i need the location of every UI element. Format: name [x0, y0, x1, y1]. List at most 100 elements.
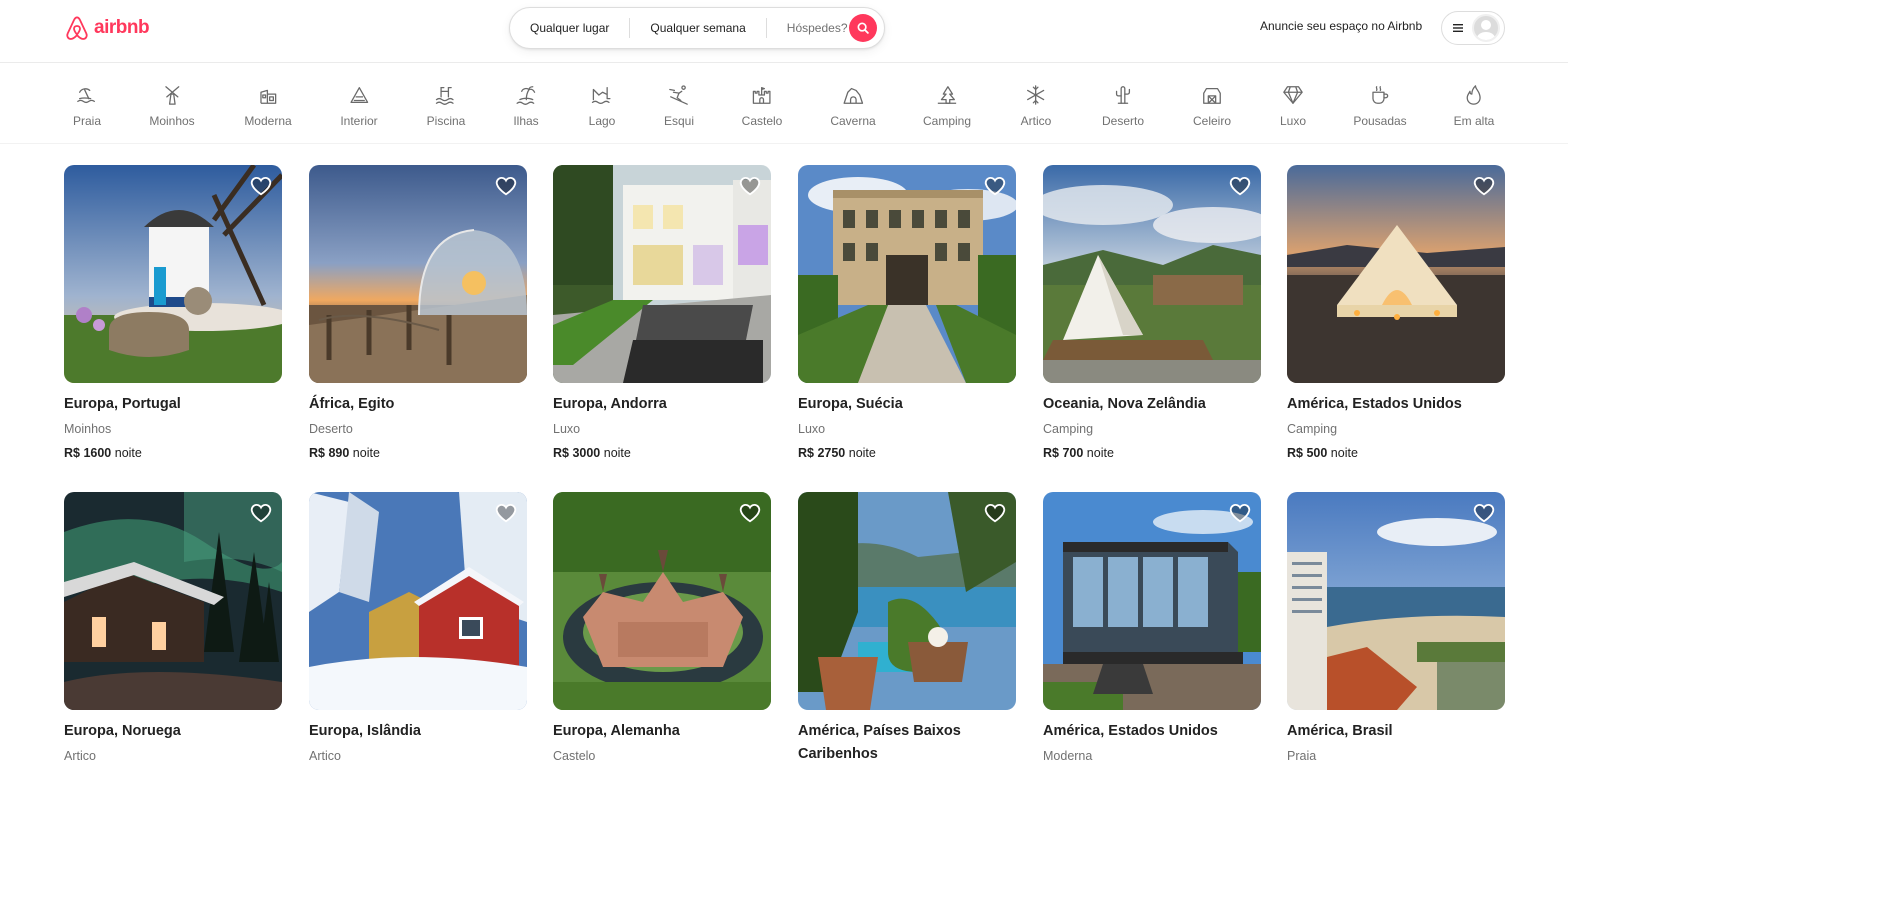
heart-icon[interactable]: [1473, 175, 1495, 197]
listing-card[interactable]: África, Egito Deserto R$ 890 noite: [309, 165, 527, 460]
search-button[interactable]: [849, 14, 877, 42]
listing-title: América, Países Baixos Caribenhos: [798, 723, 961, 762]
category-label: Celeiro: [1192, 114, 1232, 128]
heart-icon[interactable]: [1473, 502, 1495, 524]
category-pousadas[interactable]: Pousadas: [1353, 84, 1407, 128]
windmill-icon: [164, 86, 180, 105]
listing-image: [1287, 492, 1505, 710]
listing-photo[interactable]: [1287, 492, 1505, 710]
heart-icon[interactable]: [739, 175, 761, 197]
listing-card[interactable]: América, Estados Unidos Camping R$ 500 n…: [1287, 165, 1505, 460]
category-label: Luxo: [1279, 114, 1307, 128]
ski-icon: [669, 85, 688, 105]
listing-title: América, Brasil: [1287, 723, 1393, 739]
listing-photo[interactable]: [309, 165, 527, 383]
heart-icon[interactable]: [984, 502, 1006, 524]
listing-image: [798, 492, 1016, 710]
listing-price: R$ 890 noite: [309, 446, 527, 460]
category-moderna[interactable]: Moderna: [244, 84, 292, 128]
category-camping[interactable]: Camping: [923, 84, 971, 128]
heart-icon[interactable]: [250, 175, 272, 197]
listing-photo[interactable]: [1287, 165, 1505, 383]
listing-title: América, Estados Unidos: [1043, 723, 1218, 739]
category-luxo[interactable]: Luxo: [1280, 84, 1306, 128]
category-caverna[interactable]: Caverna: [830, 84, 876, 128]
category-interior[interactable]: Interior: [340, 84, 378, 128]
price-unit: noite: [848, 446, 876, 460]
price-amount: R$ 3000: [553, 446, 601, 460]
listing-photo[interactable]: [1043, 492, 1261, 710]
listing-card[interactable]: Europa, Andorra Luxo R$ 3000 noite: [553, 165, 771, 460]
listing-title: África, Egito: [309, 396, 395, 412]
listing-photo[interactable]: [553, 165, 771, 383]
coffee-cup-icon: [1372, 86, 1388, 104]
listing-card[interactable]: Europa, Islândia Artico: [309, 492, 527, 765]
listing-photo[interactable]: [798, 492, 1016, 710]
category-deserto[interactable]: Deserto: [1102, 84, 1144, 128]
cave-icon: [843, 87, 863, 104]
listing-card[interactable]: Europa, Portugal Moinhos R$ 1600 noite: [64, 165, 282, 460]
host-link[interactable]: Anuncie seu espaço no Airbnb: [1260, 19, 1422, 33]
category-praia[interactable]: Praia: [73, 84, 101, 128]
listing-title: América, Estados Unidos: [1287, 396, 1462, 412]
search-bar[interactable]: Qualquer lugar Qualquer semana Hóspedes?: [509, 7, 885, 49]
category-ilhas[interactable]: Ilhas: [513, 84, 539, 128]
price-unit: noite: [114, 446, 142, 460]
category-artico[interactable]: Artico: [1021, 84, 1051, 128]
avatar: [1472, 14, 1500, 42]
category-label: Esqui: [663, 114, 695, 128]
listing-category: Artico: [309, 749, 341, 763]
listing-card[interactable]: Europa, Suécia Luxo R$ 2750 noite: [798, 165, 1016, 460]
price-unit: noite: [1086, 446, 1114, 460]
user-menu-button[interactable]: [1441, 11, 1505, 45]
top-header: airbnb Qualquer lugar Qualquer semana Hó…: [0, 0, 1568, 63]
flame-icon: [1466, 85, 1482, 105]
listing-card[interactable]: América, Estados Unidos Moderna: [1043, 492, 1261, 765]
category-lago[interactable]: Lago: [589, 84, 615, 128]
search-icon: [857, 22, 869, 34]
heart-icon[interactable]: [984, 175, 1006, 197]
heart-icon[interactable]: [1229, 175, 1251, 197]
listing-price: R$ 3000 noite: [553, 446, 771, 460]
price-amount: R$ 700: [1043, 446, 1084, 460]
menu-icon: [1453, 24, 1463, 32]
listing-card[interactable]: América, Brasil Praia: [1287, 492, 1505, 765]
listing-title: Europa, Islândia: [309, 723, 421, 739]
category-em-alta[interactable]: Em alta: [1454, 84, 1494, 128]
listing-card[interactable]: Europa, Alemanha Castelo: [553, 492, 771, 765]
listing-card[interactable]: América, Países Baixos Caribenhos: [798, 492, 1016, 766]
listing-image: [553, 492, 771, 710]
category-label: Camping: [922, 114, 972, 128]
price-amount: R$ 1600: [64, 446, 112, 460]
category-castelo[interactable]: Castelo: [742, 84, 782, 128]
heart-icon[interactable]: [1229, 502, 1251, 524]
search-location[interactable]: Qualquer lugar: [510, 21, 629, 35]
heart-icon[interactable]: [250, 502, 272, 524]
listing-category: Camping: [1287, 422, 1338, 436]
listing-photo[interactable]: [64, 165, 282, 383]
category-piscina[interactable]: Piscina: [427, 84, 465, 128]
listing-image: [798, 165, 1016, 383]
price-unit: noite: [352, 446, 380, 460]
listing-category: Luxo: [553, 422, 581, 436]
listing-photo[interactable]: [553, 492, 771, 710]
heart-icon[interactable]: [495, 175, 517, 197]
airbnb-logo[interactable]: airbnb: [64, 14, 150, 42]
listing-photo[interactable]: [64, 492, 282, 710]
heart-icon[interactable]: [739, 502, 761, 524]
heart-icon[interactable]: [495, 502, 517, 524]
listing-card[interactable]: Oceania, Nova Zelândia Camping R$ 700 no…: [1043, 165, 1261, 460]
listing-photo[interactable]: [309, 492, 527, 710]
category-esqui[interactable]: Esqui: [664, 84, 694, 128]
category-celeiro[interactable]: Celeiro: [1193, 84, 1231, 128]
category-bar: Praia Moinhos Moderna Interior Piscina I…: [0, 64, 1568, 144]
listing-card[interactable]: Europa, Noruega Artico: [64, 492, 282, 765]
category-moinhos[interactable]: Moinhos: [149, 84, 195, 128]
listing-category: Moinhos: [64, 422, 112, 436]
countryside-icon: [350, 87, 368, 103]
listing-category: Moderna: [1043, 749, 1093, 763]
listing-photo[interactable]: [798, 165, 1016, 383]
listing-price: R$ 700 noite: [1043, 446, 1261, 460]
listing-photo[interactable]: [1043, 165, 1261, 383]
search-week[interactable]: Qualquer semana: [630, 21, 765, 35]
